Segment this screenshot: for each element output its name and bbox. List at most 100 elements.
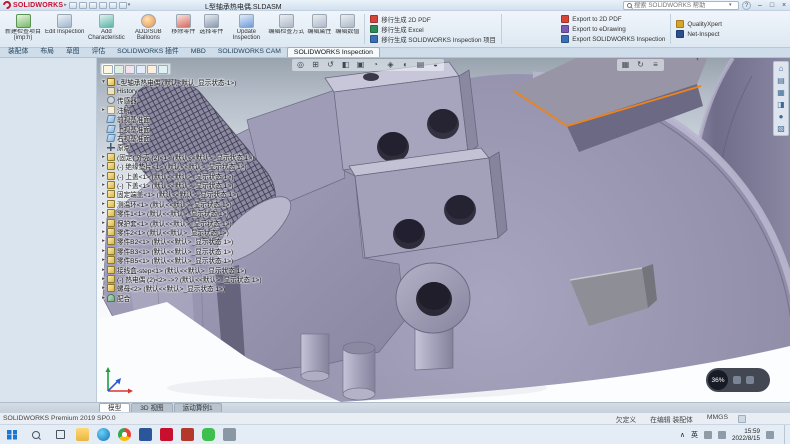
tree-item[interactable]: 上视基准面 — [100, 124, 290, 133]
tab-solidworks-cam[interactable]: SOLIDWORKS CAM — [212, 47, 287, 57]
expand-arrow-icon[interactable]: ▸ — [100, 154, 107, 160]
taskbar-clock[interactable]: 15:59 2022/8/15 — [732, 428, 760, 442]
status-item[interactable]: 在编辑 装配体 — [650, 414, 693, 424]
tree-item[interactable]: ▸ (-) 热电偶 (2)<2> ->? (默认<<默认>_显示状态 1>) — [100, 274, 290, 283]
undo-icon[interactable] — [109, 2, 117, 9]
chat-icon[interactable] — [202, 428, 215, 441]
tree-item[interactable]: ▸ (-) 绝缘垫片<1> (默认<<默认>_显示状态 1>) — [100, 162, 290, 171]
qualityxpert-button[interactable]: QualityXpert — [674, 19, 724, 29]
options-overlay-icon[interactable]: ≡ — [649, 59, 662, 71]
close-button[interactable]: × — [778, 2, 790, 9]
expand-arrow-icon[interactable]: ▸ — [100, 295, 107, 301]
tab-3d-views[interactable]: 3D 视图 — [131, 403, 172, 412]
graphics-viewport[interactable]: ◎⊞↺◧▣◔◈◐▤◒ ▦↻≡ ⌂▤▦◨●▧ ▾ L型轴承热电偶 (默认<默认_显… — [97, 58, 790, 402]
tray-chevron-icon[interactable]: ∧ — [680, 431, 685, 439]
options-dropdown-icon[interactable]: ▾ — [128, 2, 131, 8]
office-icon[interactable] — [139, 428, 152, 441]
open-document-icon[interactable] — [79, 2, 87, 9]
previous-view-icon[interactable]: ↺ — [324, 59, 337, 71]
net-inspect-button[interactable]: Net-Inspect — [674, 29, 724, 39]
tree-item[interactable]: ▸ 零件B2<1> (默认<<默认>_显示状态 1>) — [100, 237, 290, 246]
tree-item[interactable]: ▸ 固定端盖<1> (默认<<默认>_显示状态 1>) — [100, 190, 290, 199]
expand-arrow-icon[interactable]: ▸ — [100, 182, 107, 188]
help-search-box[interactable]: ▾ — [623, 1, 739, 10]
add-sub-balloons-button[interactable]: ADD/SUB Balloons — [127, 12, 169, 46]
minimize-button[interactable]: – — [754, 2, 766, 9]
tool-icon[interactable] — [223, 428, 236, 441]
tab-sketch[interactable]: 草图 — [60, 47, 86, 57]
new-document-icon[interactable] — [69, 2, 77, 9]
tree-item[interactable]: ▸ 接线盒-step<1> (默认<<默认>_显示状态 1>) — [100, 265, 290, 274]
tree-item[interactable]: History — [100, 86, 290, 95]
ime-language-indicator[interactable]: 英 — [691, 430, 698, 440]
tab-evaluate[interactable]: 评估 — [86, 47, 112, 57]
edit-inspection-method-button[interactable]: 编辑检查方式 — [267, 12, 305, 46]
edge-icon[interactable] — [97, 428, 110, 441]
maximize-button[interactable]: □ — [766, 2, 778, 9]
file-explorer-icon[interactable]: ▦ — [777, 88, 785, 97]
generate-2d-pdf-button[interactable]: 移行生成 2D PDF — [368, 14, 497, 24]
expand-arrow-icon[interactable]: ▸ — [100, 238, 107, 244]
appearances-icon[interactable]: ● — [779, 112, 784, 121]
generate-inspection-project-button[interactable]: 移行生成 SOLIDWORKS Inspection 项目 — [368, 34, 497, 44]
design-library-icon[interactable]: ▤ — [777, 76, 785, 85]
tree-item[interactable]: ▸ 螺母<2> (默认<<默认>_显示状态 1>) — [100, 284, 290, 293]
tab-model[interactable]: 模型 — [99, 403, 130, 412]
tree-item[interactable]: 传感器 — [100, 96, 290, 105]
tab-assembly[interactable]: 装配体 — [2, 47, 34, 57]
edit-values-button[interactable]: 编辑数值 — [333, 12, 361, 46]
tab-layout[interactable]: 布局 — [34, 47, 60, 57]
zoom-area-icon[interactable]: ⊞ — [309, 59, 322, 71]
zoom-fit-icon[interactable]: ◎ — [294, 59, 307, 71]
hide-show-items-icon[interactable]: ◈ — [384, 59, 397, 71]
tab-solidworks-inspection[interactable]: SOLIDWORKS Inspection — [287, 47, 380, 57]
export-inspection-button[interactable]: Export SOLIDWORKS Inspection — [559, 34, 667, 44]
dimxpertmanager-tab-icon[interactable] — [136, 65, 146, 74]
tree-item[interactable]: ▸ (-) 上盖<1> (默认<<默认>_显示状态 1>) — [100, 171, 290, 180]
expand-arrow-icon[interactable]: ▸ — [100, 201, 107, 207]
unit-system-icon[interactable] — [738, 415, 746, 423]
section-view-icon[interactable]: ◧ — [339, 59, 352, 71]
expand-arrow-icon[interactable]: ▸ — [100, 229, 107, 235]
expand-arrow-icon[interactable]: ▸ — [100, 248, 107, 254]
network-icon[interactable] — [718, 431, 726, 439]
overlay-tool-icon[interactable] — [733, 376, 741, 384]
search-dropdown-icon[interactable]: ▾ — [729, 2, 732, 8]
rebuild-icon[interactable] — [119, 2, 127, 9]
configurationmanager-tab-icon[interactable] — [125, 65, 135, 74]
add-characteristic-button[interactable]: Add Characteristic — [85, 12, 127, 46]
task-view-button[interactable] — [48, 425, 72, 444]
tree-item[interactable]: ▸ 零件1<1> (默认<<默认>_显示状态 1>) — [100, 208, 290, 217]
propertymanager-tab-icon[interactable] — [114, 65, 124, 74]
tree-item[interactable]: ▸ (-) 下盖<1> (默认<<默认>_显示状态 1>) — [100, 180, 290, 189]
tree-item[interactable]: 原点 — [100, 143, 290, 152]
remove-part-button[interactable]: 移除零件 — [169, 12, 197, 46]
block-upper-top-hole[interactable] — [363, 73, 379, 81]
solidworks-icon[interactable] — [160, 428, 173, 441]
tree-item[interactable]: ▸ 配合 — [100, 293, 290, 302]
expand-arrow-icon[interactable]: ▸ — [100, 173, 107, 179]
edit-properties-button[interactable]: 编辑属性 — [305, 12, 333, 46]
update-inspection-button[interactable]: Update Inspection — [225, 12, 267, 46]
print-icon[interactable] — [99, 2, 107, 9]
help-search-input[interactable] — [634, 2, 726, 9]
view-settings-icon[interactable]: ◒ — [429, 59, 442, 71]
tree-item[interactable]: ▸ 测温环<1> (默认<<默认>_显示状态 1>) — [100, 199, 290, 208]
inspection-overlay-icon[interactable]: ▦ — [619, 59, 632, 71]
expand-arrow-icon[interactable]: ▸ — [100, 107, 107, 113]
model-peg-2[interactable] — [301, 334, 329, 381]
tab-motion-study-1[interactable]: 运动算例1 — [174, 403, 222, 412]
featuremanager-tab-icon[interactable] — [103, 65, 113, 74]
taskbar-search-button[interactable] — [24, 425, 48, 444]
status-item[interactable]: MMGS — [707, 414, 728, 424]
tree-item[interactable]: ▸ 零件2<1> (默认<<默认>_显示状态 1>) — [100, 227, 290, 236]
expand-arrow-icon[interactable]: ▸ — [100, 163, 107, 169]
expand-arrow-icon[interactable]: ▸ — [100, 285, 107, 291]
start-button[interactable] — [0, 425, 24, 444]
action-center-icon[interactable] — [766, 431, 774, 439]
expand-arrow-icon[interactable]: ▸ — [100, 267, 107, 273]
zoom-overlay[interactable]: 36% — [706, 368, 770, 392]
help-button[interactable]: ? — [742, 1, 751, 10]
view-orientation-icon[interactable]: ▣ — [354, 59, 367, 71]
tab-solidworks-addins[interactable]: SOLIDWORKS 插件 — [111, 47, 185, 57]
